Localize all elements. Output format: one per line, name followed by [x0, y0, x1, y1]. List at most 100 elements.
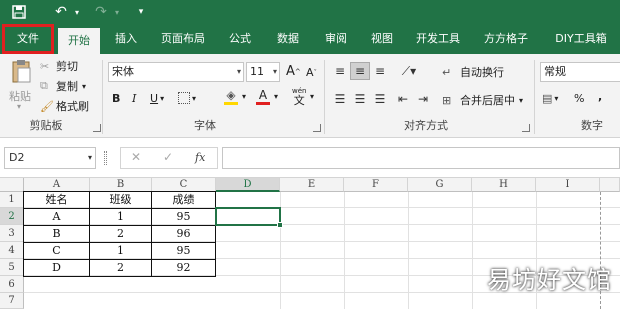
select-all-corner[interactable] — [0, 178, 24, 192]
align-middle-icon[interactable]: ≡ — [350, 62, 370, 80]
tab-diy-toolbox[interactable]: DIY工具箱 — [546, 24, 616, 54]
column-header-h[interactable]: H — [472, 178, 536, 192]
cell-b3[interactable]: 2 — [89, 225, 152, 243]
paste-icon[interactable] — [8, 58, 34, 86]
tab-page-layout[interactable]: 页面布局 — [152, 24, 214, 54]
cell-a1[interactable]: 姓名 — [23, 191, 90, 209]
column-header-b[interactable]: B — [90, 178, 152, 192]
undo-icon[interactable]: ↶ — [50, 2, 72, 22]
font-size-combo[interactable]: 11 ▾ — [246, 62, 280, 82]
column-header-extra[interactable] — [600, 178, 620, 192]
tab-file[interactable]: 文件 — [2, 24, 54, 54]
font-launcher-icon[interactable] — [313, 124, 321, 132]
italic-button[interactable]: I — [132, 92, 136, 105]
row-header-2[interactable]: 2 — [0, 208, 24, 225]
phonetic-dropdown-icon[interactable]: ▾ — [310, 92, 314, 101]
increase-indent-icon[interactable]: ⇥ — [414, 90, 432, 108]
name-box[interactable]: D2 ▾ — [4, 147, 96, 169]
row-header-5[interactable]: 5 — [0, 259, 24, 276]
align-left-icon[interactable]: ☰ — [330, 90, 350, 108]
tab-insert[interactable]: 插入 — [104, 24, 148, 54]
tab-developer[interactable]: 开发工具 — [408, 24, 468, 54]
cancel-icon[interactable]: ✕ — [131, 150, 141, 164]
shrink-font-button[interactable]: Aˇ — [306, 66, 317, 79]
cell-b4[interactable]: 1 — [89, 242, 152, 260]
merge-center-button[interactable]: ⊞ 合并后居中 ▾ — [442, 92, 523, 108]
fill-handle[interactable] — [277, 222, 283, 228]
row-header-1[interactable]: 1 — [0, 192, 24, 208]
decrease-indent-icon[interactable]: ⇤ — [394, 90, 412, 108]
align-center-icon[interactable]: ☰ — [350, 90, 370, 108]
redo-dropdown-icon[interactable]: ▾ — [112, 2, 122, 22]
clipboard-launcher-icon[interactable] — [93, 124, 101, 132]
cell-c2[interactable]: 95 — [151, 208, 216, 226]
enter-icon[interactable]: ✓ — [163, 150, 173, 164]
tab-ffgz[interactable]: 方方格子 — [476, 24, 536, 54]
tab-view[interactable]: 视图 — [360, 24, 404, 54]
insert-function-icon[interactable]: fx — [195, 151, 205, 164]
align-bottom-icon[interactable]: ≡ — [370, 62, 390, 80]
percent-button[interactable]: % — [574, 92, 584, 105]
comma-button[interactable]: , — [598, 90, 602, 103]
column-header-a[interactable]: A — [24, 178, 90, 192]
font-name-combo[interactable]: 宋体 ▾ — [108, 62, 244, 82]
cell-b1[interactable]: 班级 — [89, 191, 152, 209]
alignment-launcher-icon[interactable] — [522, 124, 530, 132]
selected-cell-d2[interactable] — [215, 207, 283, 228]
formula-input[interactable] — [222, 147, 620, 169]
save-icon[interactable] — [8, 2, 30, 22]
font-color-button[interactable]: A — [256, 88, 270, 105]
format-painter-button[interactable]: 🖌 格式刷 — [40, 98, 89, 114]
tab-home[interactable]: 开始 — [58, 28, 100, 54]
cell-a3[interactable]: B — [23, 225, 90, 243]
column-header-f[interactable]: F — [344, 178, 408, 192]
paste-dropdown-icon[interactable]: ▾ — [17, 102, 21, 111]
cell-c3[interactable]: 96 — [151, 225, 216, 243]
row-header-7[interactable]: 7 — [0, 293, 24, 309]
row-header-4[interactable]: 4 — [0, 242, 24, 259]
cell-b2[interactable]: 1 — [89, 208, 152, 226]
cell-a4[interactable]: C — [23, 242, 90, 260]
cell-a5[interactable]: D — [23, 259, 90, 277]
cut-button[interactable]: ✂ 剪切 — [40, 58, 78, 74]
tab-review[interactable]: 审阅 — [314, 24, 358, 54]
phonetic-button[interactable]: wén 文 — [292, 88, 306, 107]
row-header-6[interactable]: 6 — [0, 276, 24, 293]
column-header-e[interactable]: E — [280, 178, 344, 192]
formula-bar-grip[interactable] — [104, 151, 107, 165]
align-right-icon[interactable]: ☰ — [370, 90, 390, 108]
undo-dropdown-icon[interactable]: ▾ — [72, 2, 82, 22]
bold-button[interactable]: B — [112, 92, 120, 105]
worksheet-grid[interactable]: A B C D E F G H I 1 2 3 4 5 6 7 姓名 班级 成绩… — [0, 178, 620, 309]
column-header-d[interactable]: D — [216, 178, 280, 192]
currency-button[interactable]: ▤ ▾ — [542, 92, 558, 105]
currency-icon: ▤ — [542, 92, 553, 105]
chevron-down-icon: ▾ — [554, 94, 559, 103]
cell-b5[interactable]: 2 — [89, 259, 152, 277]
cell-c5[interactable]: 92 — [151, 259, 216, 277]
copy-icon: ⧉ — [40, 79, 48, 92]
cell-c4[interactable]: 95 — [151, 242, 216, 260]
borders-button[interactable]: ▾ — [178, 92, 196, 104]
align-top-icon[interactable]: ≡ — [330, 62, 350, 80]
fill-color-button[interactable]: ◈ — [224, 88, 238, 105]
column-header-c[interactable]: C — [152, 178, 216, 192]
tab-data[interactable]: 数据 — [266, 24, 310, 54]
column-header-i[interactable]: I — [536, 178, 600, 192]
tab-formulas[interactable]: 公式 — [218, 24, 262, 54]
orientation-icon[interactable]: ⟋▾ — [396, 62, 422, 80]
chevron-down-icon[interactable]: ▾ — [134, 2, 148, 22]
wrap-text-button[interactable]: ↵ 自动换行 — [442, 64, 504, 80]
redo-icon[interactable]: ↷ — [90, 2, 112, 22]
column-header-g[interactable]: G — [408, 178, 472, 192]
grow-font-label: A — [286, 64, 295, 79]
cell-c1[interactable]: 成绩 — [151, 191, 216, 209]
grow-font-button[interactable]: A ^ — [286, 64, 301, 79]
cell-a2[interactable]: A — [23, 208, 90, 226]
number-format-combo[interactable]: 常规 — [540, 62, 620, 82]
fill-color-dropdown-icon[interactable]: ▾ — [242, 92, 246, 101]
underline-button[interactable]: U ▾ — [150, 92, 164, 105]
font-color-dropdown-icon[interactable]: ▾ — [274, 92, 278, 101]
copy-button[interactable]: ⧉ 复制 ▾ — [40, 78, 86, 94]
row-header-3[interactable]: 3 — [0, 225, 24, 242]
